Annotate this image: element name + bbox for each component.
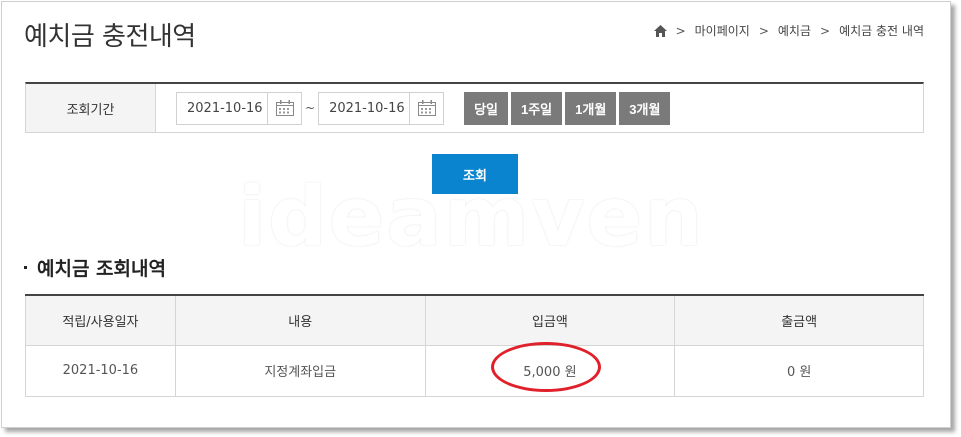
filter-body: 2021-10-16 ~ 2021-10-16 당일 1주일 1개월 3개월 (156, 84, 923, 132)
section-title: 예치금 조회내역 (24, 254, 166, 281)
table-row: 2021-10-16 지정계좌입금 5,000 원 0 원 (25, 344, 924, 397)
page-title: 예치금 충전내역 (24, 22, 196, 52)
breadcrumb: > 마이페이지 > 예치금 > 예치금 충전 내역 (653, 22, 924, 39)
home-icon[interactable] (653, 24, 667, 37)
column-header-date: 적립/사용일자 (25, 294, 176, 346)
chevron-right-icon: > (820, 23, 831, 38)
end-date-value[interactable]: 2021-10-16 (319, 101, 409, 116)
deposit-history-table: 적립/사용일자 내용 입금액 출금액 2021-10-16 지정계좌입금 5,0… (25, 294, 924, 397)
period-1month-button[interactable]: 1개월 (565, 91, 617, 125)
start-date-value[interactable]: 2021-10-16 (177, 101, 267, 116)
period-3month-button[interactable]: 3개월 (619, 91, 671, 125)
chevron-right-icon: > (675, 23, 686, 38)
period-today-button[interactable]: 당일 (464, 91, 508, 125)
table-header-row: 적립/사용일자 내용 입금액 출금액 (25, 294, 924, 346)
column-header-deposit: 입금액 (424, 294, 676, 346)
column-header-withdrawal: 출금액 (674, 294, 924, 346)
calendar-icon[interactable] (267, 92, 301, 124)
cell-date: 2021-10-16 (25, 344, 176, 397)
cell-content: 지정계좌입금 (174, 344, 426, 397)
bullet-icon (24, 266, 27, 269)
cell-withdrawal: 0 원 (674, 344, 924, 397)
filter-label: 조회기간 (26, 84, 156, 132)
highlight-circle-annotation (491, 342, 601, 392)
start-date-field[interactable]: 2021-10-16 (176, 91, 302, 125)
period-buttons: 당일 1주일 1개월 3개월 (464, 91, 673, 125)
column-header-content: 내용 (174, 294, 426, 346)
calendar-icon[interactable] (409, 92, 443, 124)
breadcrumb-item-current: 예치금 충전 내역 (839, 24, 924, 38)
end-date-field[interactable]: 2021-10-16 (318, 91, 445, 125)
period-1week-button[interactable]: 1주일 (510, 91, 563, 125)
search-button[interactable]: 조회 (432, 154, 518, 194)
breadcrumb-item-deposit[interactable]: 예치금 (778, 22, 811, 39)
page-frame: 예치금 충전내역 > 마이페이지 > 예치금 > 예치금 충전 내역 조회기간 … (1, 1, 951, 428)
breadcrumb-item-mypage[interactable]: 마이페이지 (695, 22, 750, 39)
section-title-text: 예치금 조회내역 (37, 258, 166, 280)
search-filter: 조회기간 2021-10-16 ~ 2021-10-16 당일 1주일 1개월 … (25, 82, 924, 133)
chevron-right-icon: > (758, 23, 769, 38)
date-separator: ~ (305, 101, 316, 115)
